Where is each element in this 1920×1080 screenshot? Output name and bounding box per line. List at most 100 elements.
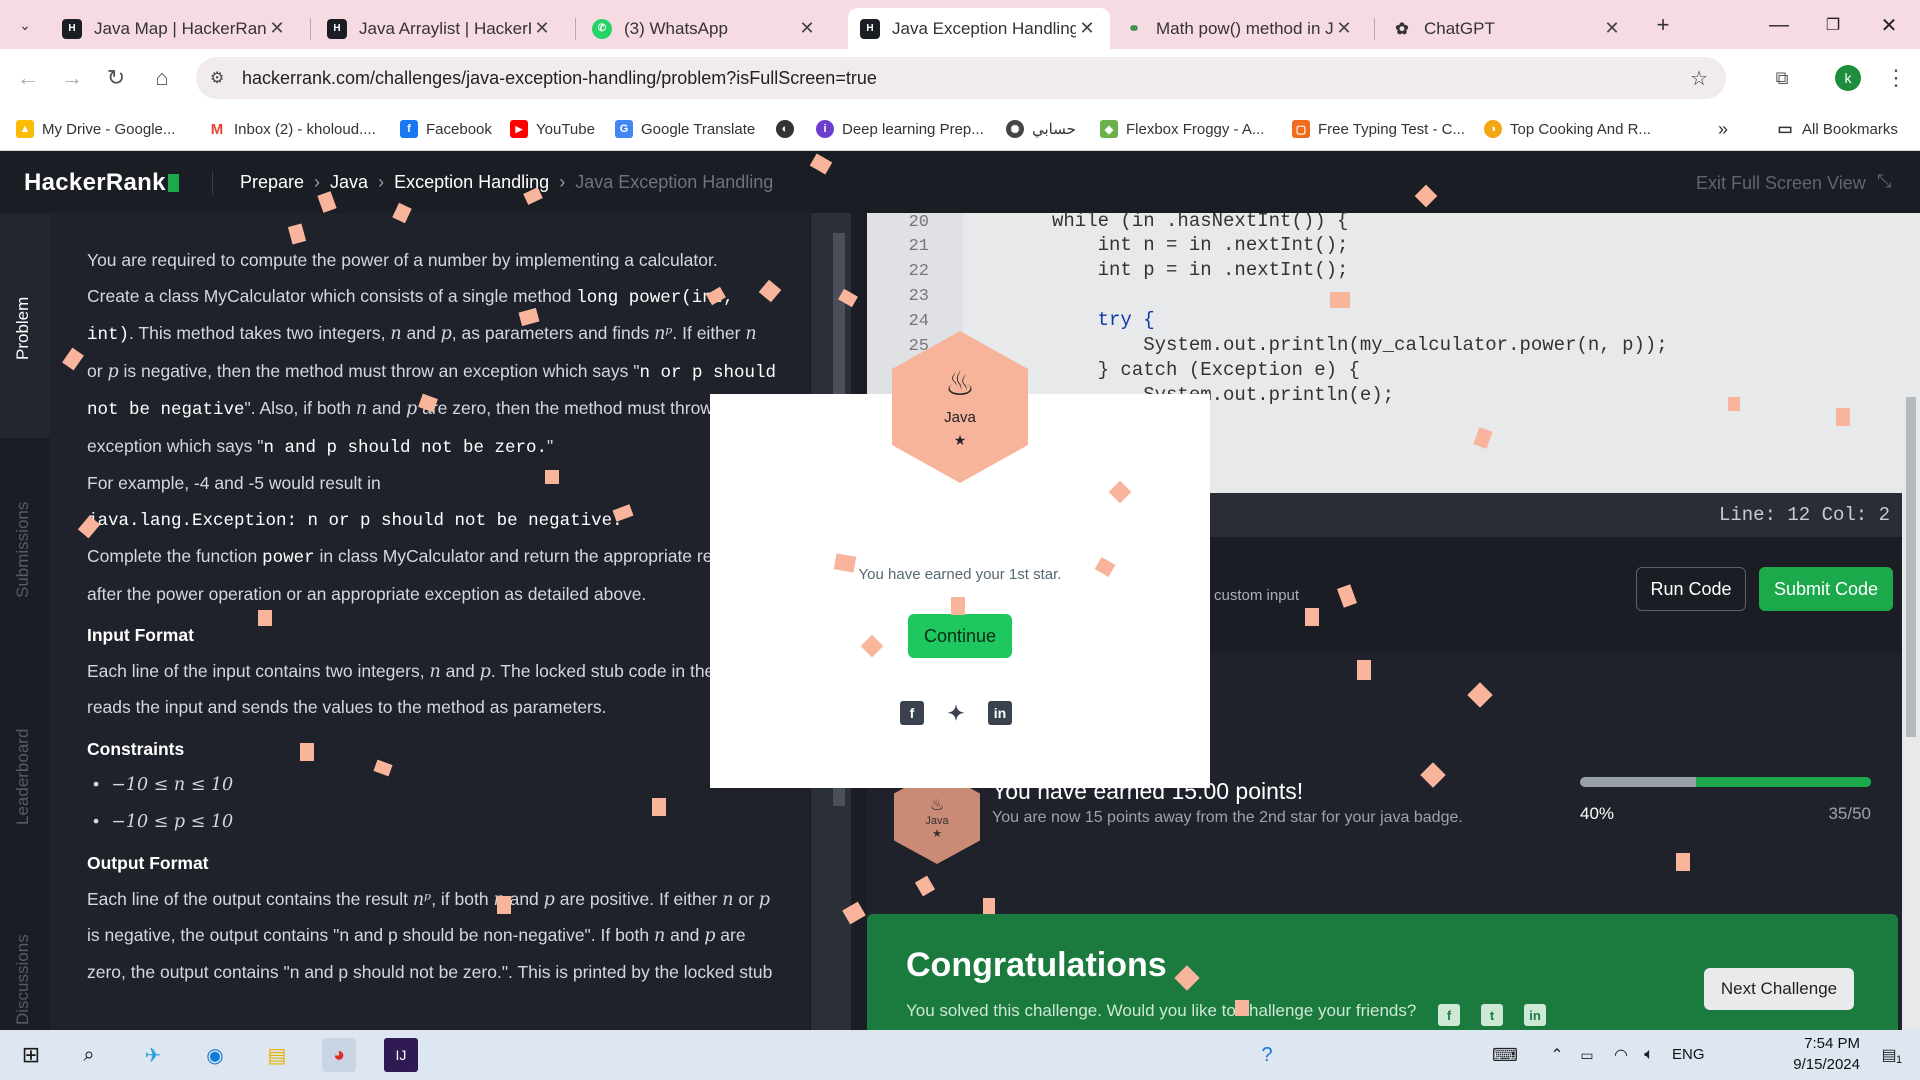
breadcrumb-prepare[interactable]: Prepare: [240, 172, 304, 193]
continue-button[interactable]: Continue: [908, 614, 1012, 658]
text: are positive. If either: [554, 888, 723, 909]
editor-scrollbar[interactable]: [1902, 213, 1920, 1030]
close-icon[interactable]: ✕: [1076, 18, 1098, 39]
close-window-button[interactable]: ✕: [1866, 8, 1912, 42]
tab-leaderboard[interactable]: Leaderboard: [13, 729, 33, 825]
confetti-piece: [1676, 853, 1690, 871]
tab-java-exception-handling[interactable]: H Java Exception Handling | H ✕: [848, 8, 1110, 49]
file-explorer-icon[interactable]: ▤: [260, 1038, 294, 1072]
close-icon[interactable]: ✕: [266, 18, 288, 39]
tab-math-pow[interactable]: ⚭ Math pow() method in Java ✕: [1112, 8, 1367, 49]
submit-code-button[interactable]: Submit Code: [1759, 567, 1893, 611]
constraint-text: −10 ≤ p ≤ 10: [111, 811, 234, 832]
hackerrank-header: HackerRank Prepare › Java › Exception Ha…: [0, 151, 1920, 213]
tab-discussions[interactable]: Discussions: [13, 934, 33, 1025]
bookmark-deep-learning[interactable]: i Deep learning Prep...: [816, 117, 984, 141]
bookmark-cooking[interactable]: ◑ Top Cooking And R...: [1484, 117, 1651, 141]
text: , as parameters and finds: [451, 323, 655, 343]
breadcrumb-exception-handling[interactable]: Exception Handling: [394, 172, 549, 193]
back-button[interactable]: ←: [12, 62, 44, 94]
output-format-paragraph: Each line of the output contains the res…: [87, 882, 777, 991]
bookmark-label: Top Cooking And R...: [1510, 120, 1651, 138]
tab-problem[interactable]: Problem: [13, 297, 33, 360]
search-icon[interactable]: ⌕: [72, 1038, 106, 1072]
restore-icon: ❐: [1825, 17, 1841, 34]
tab-search-button[interactable]: ⌄: [10, 10, 40, 40]
scrollbar-thumb[interactable]: [1906, 397, 1916, 737]
profile-avatar[interactable]: k: [1835, 65, 1861, 91]
tab-chatgpt[interactable]: ✿ ChatGPT ✕: [1380, 8, 1635, 49]
bookmark-typing-test[interactable]: ▢ Free Typing Test - C...: [1292, 117, 1465, 141]
bookmark-account[interactable]: ✺ حسابي: [1006, 117, 1076, 141]
tab-whatsapp[interactable]: ✆ (3) WhatsApp ✕: [580, 8, 830, 49]
congrats-title: Congratulations: [906, 946, 1167, 984]
bookmark-globe[interactable]: ◐: [776, 117, 802, 141]
tab-submissions[interactable]: Submissions: [13, 502, 33, 598]
bullet-icon: •: [93, 774, 100, 794]
help-icon[interactable]: ?: [1250, 1038, 1284, 1072]
line-number: 21: [908, 237, 929, 256]
linkedin-icon[interactable]: in: [1524, 1004, 1546, 1026]
chevron-up-icon[interactable]: ⌃: [1540, 1038, 1574, 1072]
home-button[interactable]: ⌂: [146, 62, 178, 94]
facebook-icon[interactable]: f: [1438, 1004, 1460, 1026]
keyboard-icon[interactable]: ⌨: [1488, 1038, 1522, 1072]
linkedin-icon[interactable]: in: [988, 701, 1012, 725]
restore-button[interactable]: ❐: [1810, 8, 1856, 42]
clock-date[interactable]: 9/15/2024: [1760, 1056, 1860, 1073]
breadcrumb-java[interactable]: Java: [330, 172, 368, 193]
twitter-icon[interactable]: ✦: [944, 701, 968, 725]
bookmark-flexbox-froggy[interactable]: ◆ Flexbox Froggy - A...: [1100, 117, 1264, 141]
hackerrank-logo[interactable]: HackerRank: [24, 169, 179, 197]
next-challenge-button[interactable]: Next Challenge: [1704, 968, 1854, 1010]
bookmark-youtube[interactable]: ▶ YouTube: [510, 117, 595, 141]
confetti-piece: [1836, 408, 1850, 426]
confetti-piece: [951, 597, 965, 615]
site-info-icon[interactable]: ⚙: [210, 68, 224, 88]
close-icon[interactable]: ✕: [796, 18, 818, 39]
more-bookmarks-button[interactable]: »: [1718, 117, 1728, 141]
url-text[interactable]: hackerrank.com/challenges/java-exception…: [242, 68, 877, 89]
math-var: n: [654, 926, 666, 946]
battery-icon[interactable]: ▭: [1570, 1038, 1604, 1072]
forward-button[interactable]: →: [56, 62, 88, 94]
facebook-icon[interactable]: f: [900, 701, 924, 725]
close-icon[interactable]: ✕: [1333, 18, 1355, 39]
puzzle-icon: ⧉: [1775, 67, 1789, 88]
windows-start-icon[interactable]: ⊞: [14, 1038, 48, 1072]
all-bookmarks[interactable]: ▭ All Bookmarks: [1776, 117, 1897, 141]
custom-input-label[interactable]: custom input: [1214, 587, 1299, 604]
extensions-button[interactable]: ⧉: [1766, 62, 1798, 94]
edge-icon[interactable]: ◉: [198, 1038, 232, 1072]
clock-time[interactable]: 7:54 PM: [1780, 1035, 1860, 1052]
youtube-icon: ▶: [510, 120, 528, 138]
volume-icon[interactable]: 🔈︎: [1632, 1038, 1666, 1072]
minimize-button[interactable]: —: [1756, 8, 1802, 42]
bookmark-inbox[interactable]: M Inbox (2) - kholoud....: [208, 117, 376, 141]
menu-button[interactable]: ⋮: [1880, 62, 1912, 94]
bookmark-facebook[interactable]: f Facebook: [400, 117, 492, 141]
text: and: [440, 660, 480, 681]
close-icon[interactable]: ✕: [531, 18, 553, 39]
bookmark-google-translate[interactable]: G Google Translate: [615, 117, 755, 141]
tab-java-map[interactable]: H Java Map | HackerRank ✕: [50, 8, 300, 49]
star-icon: ★: [932, 827, 942, 840]
bookmark-my-drive[interactable]: ▲ My Drive - Google...: [16, 117, 175, 141]
reload-button[interactable]: ↻: [100, 62, 132, 94]
twitter-icon[interactable]: t: [1481, 1004, 1503, 1026]
new-tab-button[interactable]: +: [1648, 10, 1678, 40]
collapse-icon[interactable]: ⤡: [1877, 171, 1891, 192]
tab-java-arraylist[interactable]: H Java Arraylist | HackerRank ✕: [315, 8, 565, 49]
run-code-button[interactable]: Run Code: [1636, 567, 1746, 611]
telegram-icon[interactable]: ✈: [136, 1038, 170, 1072]
close-icon[interactable]: ✕: [1601, 18, 1623, 39]
windows-taskbar: ⊞ ⌕ ✈ ◉ ▤ ◕ IJ ? ⌨ ⌃ ▭ ◠ 🔈︎ ENG 7:54 PM …: [0, 1030, 1920, 1080]
intellij-icon[interactable]: IJ: [384, 1038, 418, 1072]
tab-title: Java Map | HackerRank: [94, 18, 266, 38]
star-icon[interactable]: ☆: [1690, 66, 1708, 91]
inline-code: power: [262, 548, 315, 568]
exit-fullscreen-link[interactable]: Exit Full Screen View: [1696, 173, 1866, 194]
chrome-icon[interactable]: ◕: [322, 1038, 356, 1072]
address-bar[interactable]: ⚙ hackerrank.com/challenges/java-excepti…: [196, 57, 1726, 99]
language-indicator[interactable]: ENG: [1672, 1046, 1705, 1063]
